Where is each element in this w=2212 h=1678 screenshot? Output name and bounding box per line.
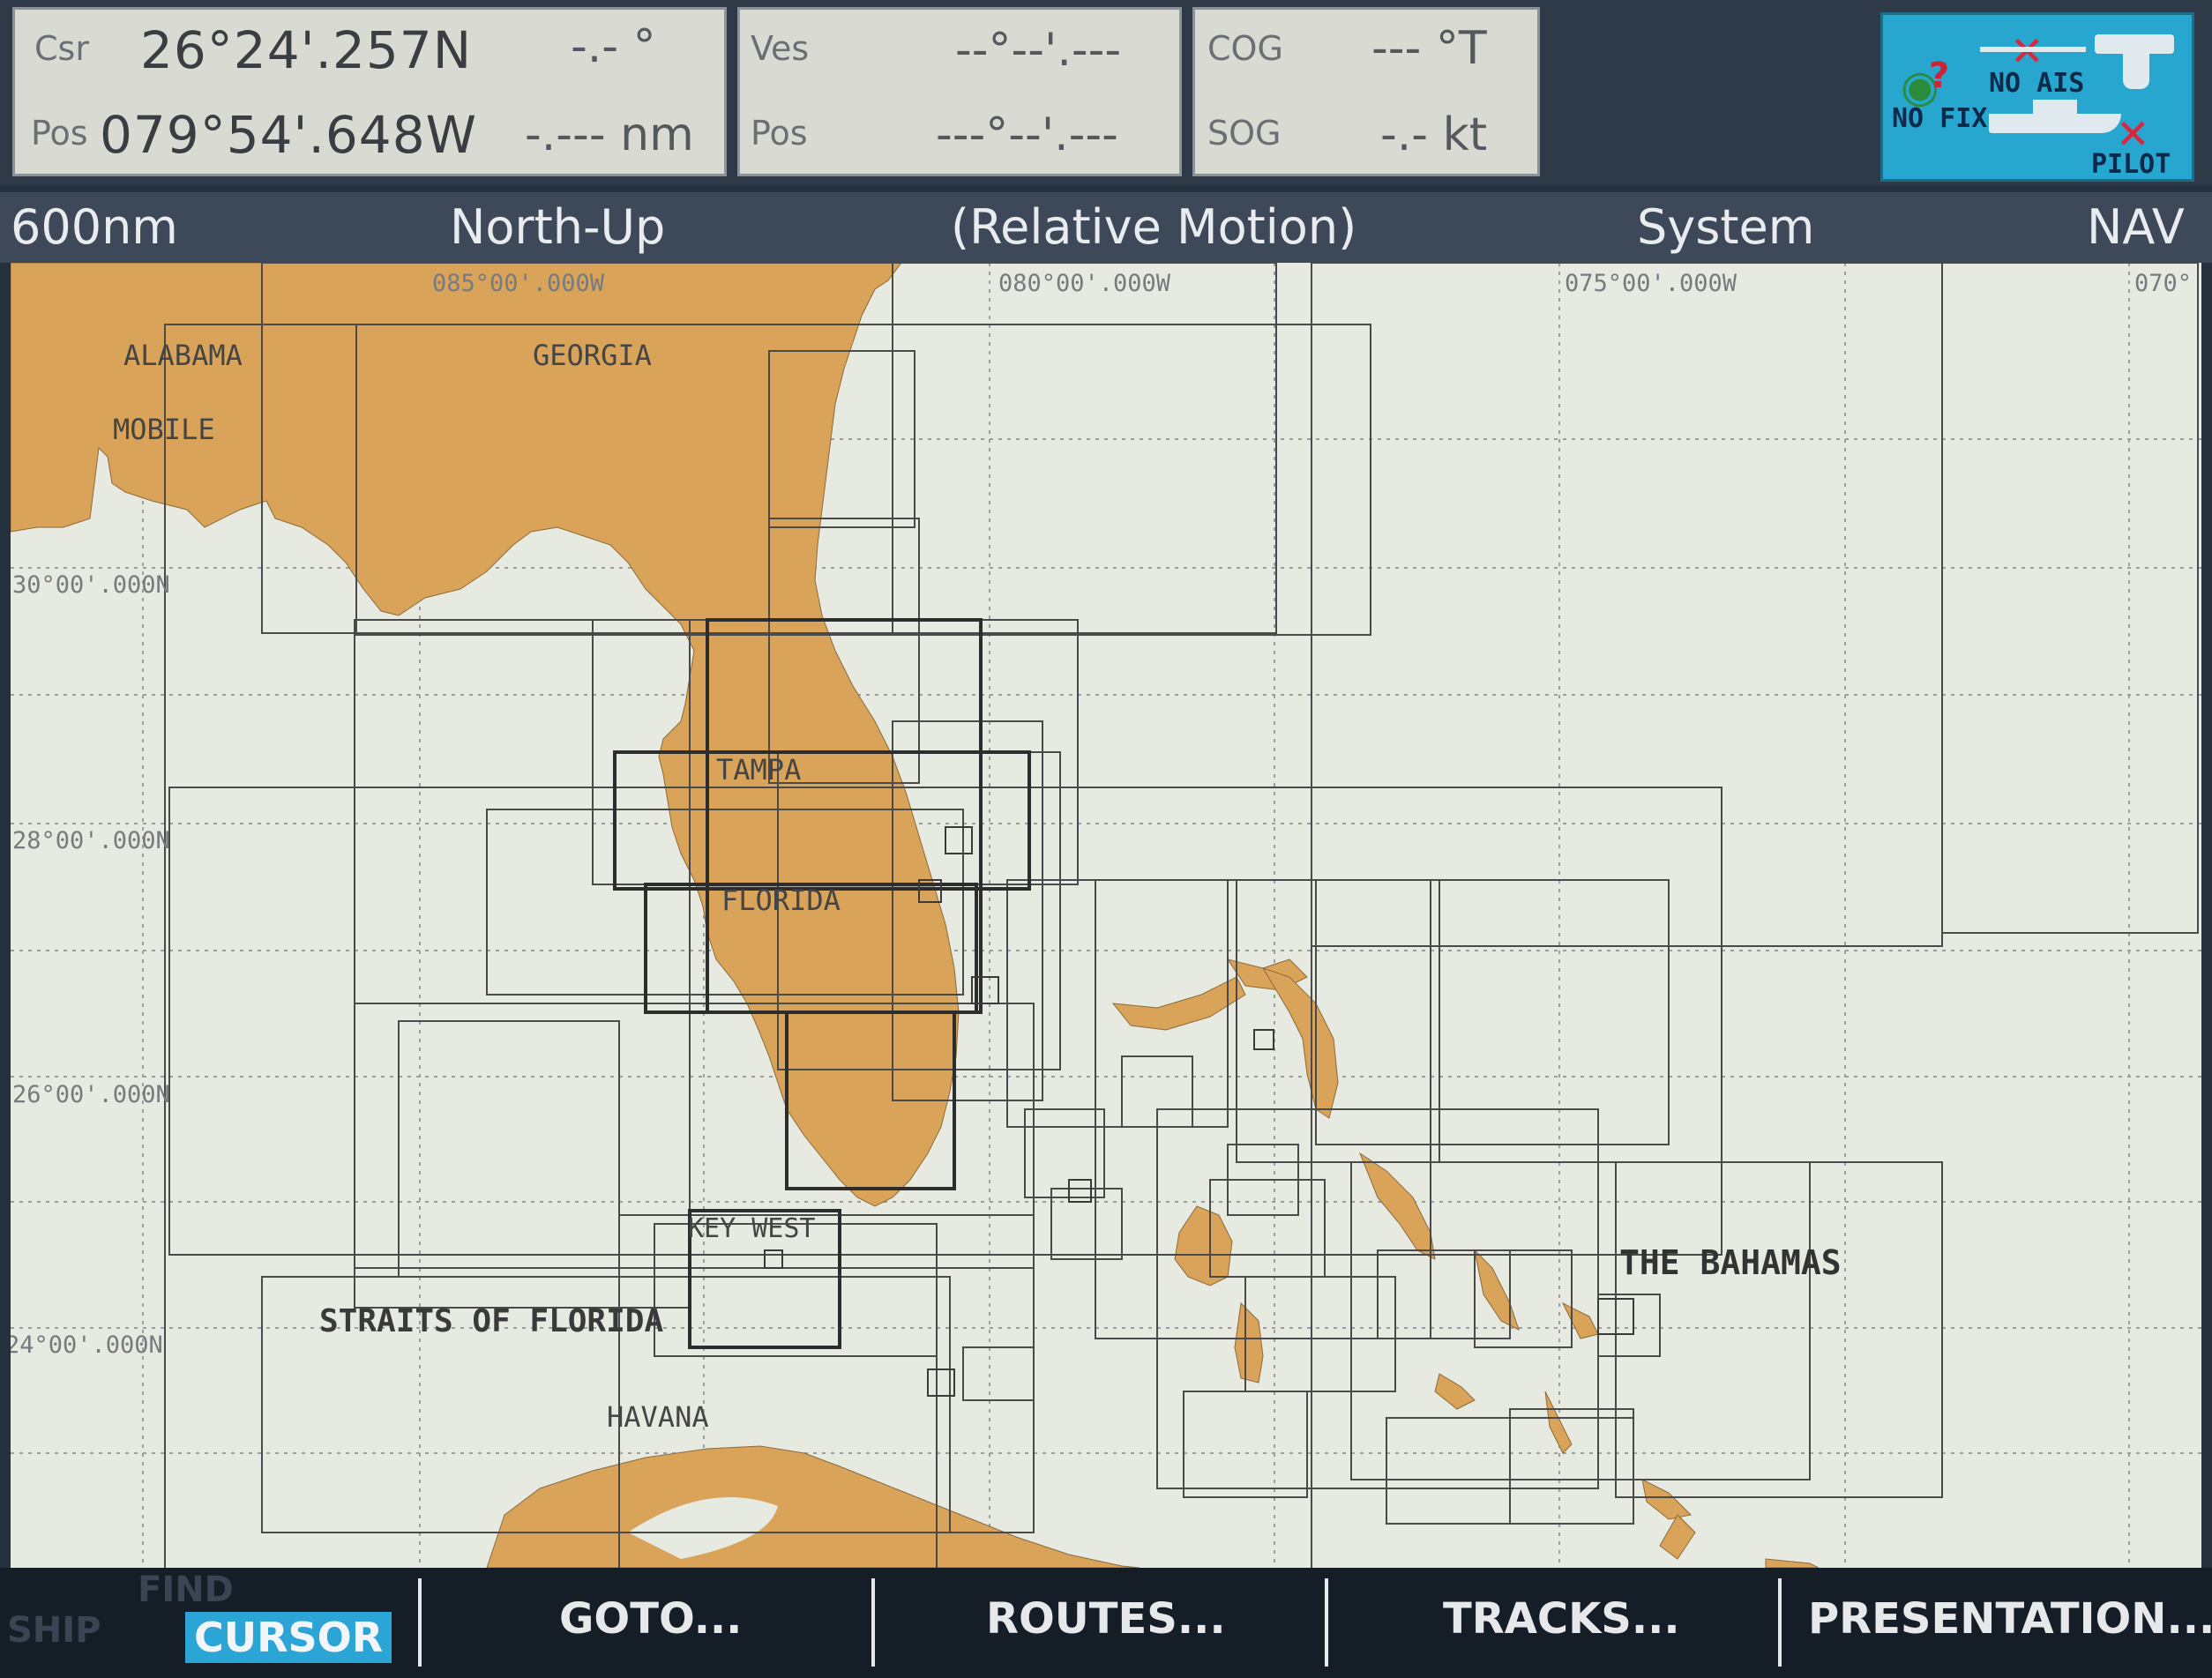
chart-header: 600nm North-Up (Relative Motion) System … (0, 192, 2212, 263)
lat-label-28n: 28°00'.000N (12, 827, 170, 854)
ves-latitude: --°--'.--- (955, 24, 1122, 77)
lon-label-80w: 080°00'.000W (998, 270, 1171, 297)
chart-canvas[interactable] (11, 263, 2201, 1568)
chartplotter-screen: Csr 26°24'.257N -.- ° Pos 079°54'.648W -… (0, 0, 2212, 1678)
pilot-label: PILOT (2091, 149, 2171, 180)
label-tampa: TAMPA (716, 753, 802, 787)
course-panel: COG --- °T SOG -.- kt (1192, 7, 1540, 176)
label-alabama: ALABAMA (123, 339, 243, 372)
label-mobile: MOBILE (113, 413, 215, 446)
label-straits-of-florida: STRAITS OF FLORIDA (319, 1303, 664, 1339)
lat-label-24n: 24°00'.000N (11, 1331, 163, 1359)
label-georgia: GEORGIA (533, 339, 652, 372)
cursor-panel: Csr 26°24'.257N -.- ° Pos 079°54'.648W -… (12, 7, 727, 176)
find-softkey-dim: FIND (138, 1570, 234, 1610)
ves-pos-label: Pos (751, 114, 808, 153)
csr-bearing: -.- ° (571, 20, 656, 73)
csr-latitude: 26°24'.257N (140, 20, 473, 80)
lat-label-26n: 26°00'.000N (12, 1081, 170, 1108)
pos-label: Pos (31, 114, 88, 153)
nav-mode[interactable]: NAV (2087, 199, 2185, 255)
motion-mode[interactable]: (Relative Motion) (951, 199, 1356, 255)
no-fix-label: NO FIX (1892, 103, 1988, 134)
boat-icon (1989, 114, 2121, 133)
goto-softkey[interactable]: GOTO... (559, 1594, 742, 1644)
cog-label: COG (1207, 29, 1283, 68)
boat-cabin-icon (2033, 100, 2077, 116)
orientation-mode[interactable]: North-Up (450, 199, 665, 255)
range-scale[interactable]: 600nm (11, 199, 178, 255)
softkey-divider (871, 1578, 875, 1667)
cuba (486, 1445, 1140, 1568)
sog-value: -.- kt (1380, 108, 1488, 161)
sog-label: SOG (1207, 114, 1282, 153)
lon-label-70w: 070° (2134, 270, 2193, 297)
cog-value: --- °T (1371, 22, 1487, 75)
lon-label-75w: 075°00'.000W (1565, 270, 1737, 297)
no-ais-label: NO AIS (1989, 68, 2085, 99)
lon-label-85w: 085°00'.000W (432, 270, 605, 297)
sensor-status-box[interactable]: ◉ ? NO FIX ✕ NO AIS ✕ PILOT (1880, 12, 2194, 182)
presentation-softkey[interactable]: PRESENTATION... (1808, 1594, 2212, 1644)
tracks-softkey[interactable]: TRACKS... (1443, 1594, 1680, 1644)
status-bar: Csr 26°24'.257N -.- ° Pos 079°54'.648W -… (0, 0, 2212, 185)
vessel-panel: Ves --°--'.--- Pos ---°--'.--- (737, 7, 1182, 176)
lat-label-30n: 30°00'.000N (12, 571, 170, 599)
radar-scanner-icon (2095, 34, 2174, 54)
chart-map[interactable]: 085°00'.000W 080°00'.000W 075°00'.000W 0… (11, 263, 2201, 1568)
system-mode[interactable]: System (1637, 199, 1814, 255)
cursor-softkey[interactable]: CURSOR (185, 1612, 392, 1663)
label-havana: HAVANA (607, 1400, 709, 1434)
csr-label: Csr (34, 29, 89, 68)
softkey-divider (418, 1578, 422, 1667)
csr-longitude: 079°54'.648W (100, 105, 477, 165)
no-fix-question-icon: ? (1929, 56, 1950, 96)
ves-label: Ves (751, 29, 810, 68)
csr-range: -.--- nm (525, 108, 694, 161)
routes-softkey[interactable]: ROUTES... (986, 1594, 1226, 1644)
label-the-bahamas: THE BAHAMAS (1619, 1243, 1842, 1282)
ship-softkey-dim: SHIP (7, 1610, 101, 1651)
softkey-divider (1325, 1578, 1328, 1667)
softkey-bar: FIND SHIP CURSOR GOTO... ROUTES... TRACK… (0, 1568, 2212, 1678)
label-key-west: KEY WEST (688, 1213, 816, 1244)
ais-antenna-icon (1980, 47, 2086, 52)
radar-pedestal-icon (2123, 54, 2149, 89)
us-mainland (11, 263, 960, 1207)
ves-longitude: ---°--'.--- (936, 108, 1118, 161)
softkey-divider (1778, 1578, 1782, 1667)
label-florida: FLORIDA (721, 884, 841, 917)
